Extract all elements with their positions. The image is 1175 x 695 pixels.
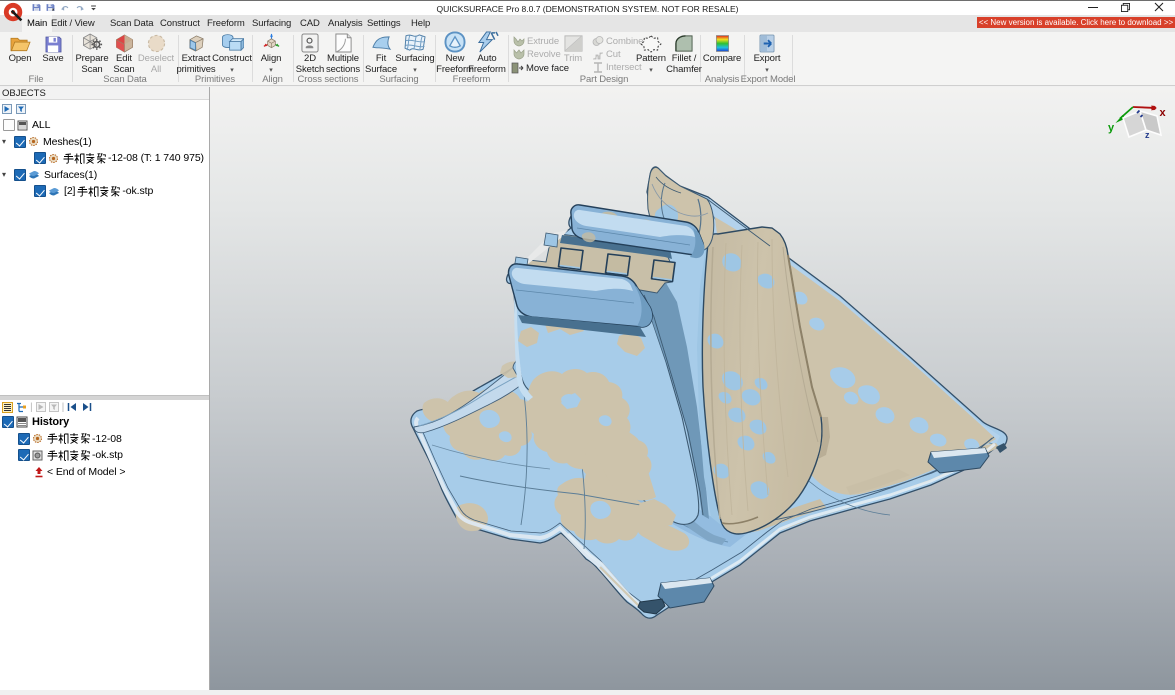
svg-text:z: z: [1145, 130, 1150, 140]
svg-text:x: x: [1160, 107, 1167, 119]
svg-text:y: y: [1108, 122, 1115, 134]
